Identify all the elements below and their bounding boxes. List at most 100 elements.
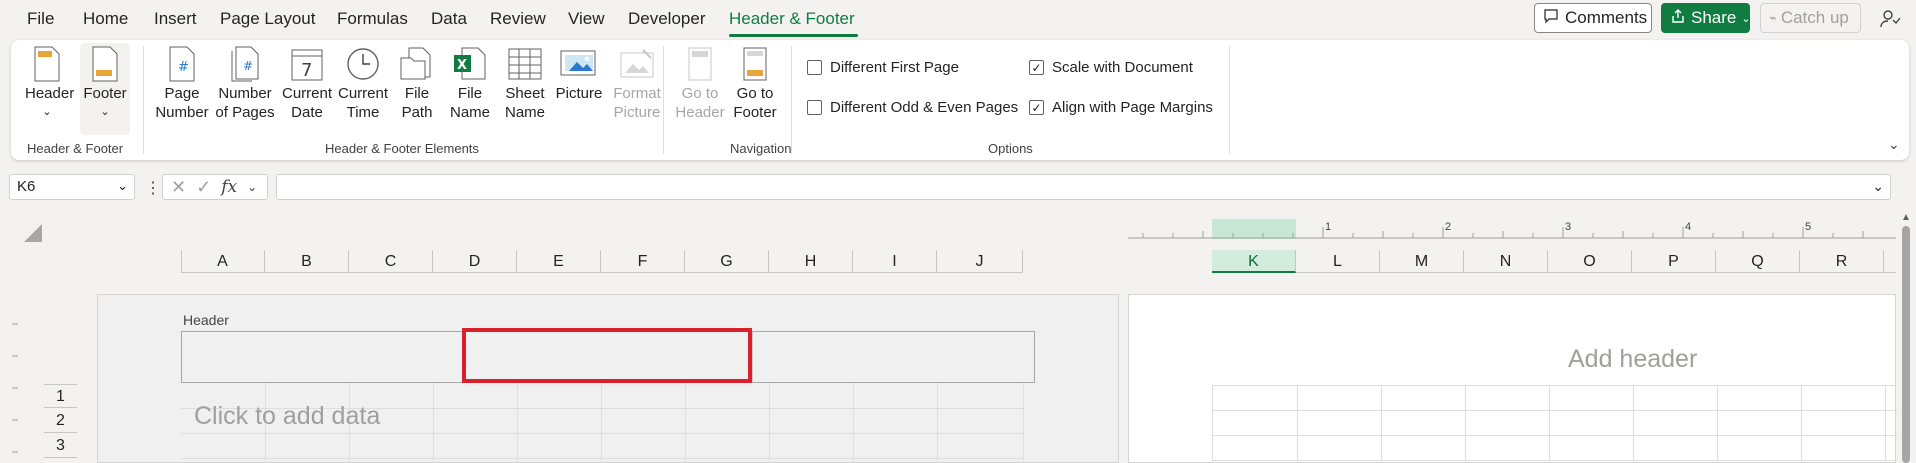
cancel-icon[interactable]: ✕ — [171, 177, 186, 198]
file-path-button[interactable]: File Path — [395, 46, 439, 122]
vertical-ruler — [12, 323, 18, 453]
add-header-placeholder[interactable]: Add header — [1568, 345, 1697, 374]
scroll-up-arrow-icon[interactable]: ▲ — [1901, 212, 1911, 223]
column-header-f[interactable]: F — [601, 250, 685, 273]
column-header-e[interactable]: E — [517, 250, 601, 273]
confirm-icon[interactable]: ✓ — [196, 177, 211, 198]
share-icon — [1670, 8, 1686, 29]
align-with-margins-checkbox[interactable]: ✓ Align with Page Margins — [1029, 99, 1213, 116]
column-header-b[interactable]: B — [265, 250, 349, 273]
column-header-d[interactable]: D — [433, 250, 517, 273]
menu-bar: File Home Insert Page Layout Formulas Da… — [0, 0, 1916, 38]
page-number-button[interactable]: # Page Number — [153, 46, 211, 122]
name-box[interactable]: K6 ⌄ — [9, 174, 135, 200]
column-header-p[interactable]: P — [1632, 250, 1716, 273]
tab-formulas[interactable]: Formulas — [337, 9, 408, 29]
row-header-2[interactable]: 2 — [44, 409, 77, 433]
calendar-icon: 7 — [291, 49, 323, 81]
more-options-icon[interactable]: ⋮ — [145, 178, 161, 198]
current-date-button[interactable]: 7 Current Date — [279, 46, 335, 122]
column-header-i[interactable]: I — [853, 250, 937, 273]
tab-view[interactable]: View — [568, 9, 605, 29]
go-to-footer-label-2: Footer — [733, 104, 777, 121]
tab-header-footer[interactable]: Header & Footer — [729, 9, 855, 29]
insert-function-icon[interactable]: fx — [221, 177, 237, 197]
picture-icon — [560, 50, 596, 76]
tab-page-layout[interactable]: Page Layout — [220, 9, 315, 29]
align-with-margins-label: Align with Page Margins — [1052, 99, 1213, 116]
format-picture-label-1: Format — [613, 85, 661, 102]
row-header-1[interactable]: 1 — [44, 384, 77, 408]
expand-formula-chevron-icon[interactable]: ⌄ — [1872, 178, 1884, 195]
share-label: Share — [1691, 8, 1737, 27]
format-picture-icon — [620, 49, 654, 78]
file-name-label-1: File — [457, 85, 483, 102]
column-header-c[interactable]: C — [349, 250, 433, 273]
scrollbar-thumb[interactable] — [1902, 226, 1910, 463]
horizontal-ruler: 1 2 3 4 5 — [1128, 219, 1896, 239]
different-odd-even-label: Different Odd & Even Pages — [830, 99, 1019, 116]
catch-up-button[interactable]: ⌁ Catch up — [1760, 3, 1861, 33]
header-button[interactable]: Header ⌄ — [25, 46, 74, 122]
comment-icon — [1543, 8, 1559, 29]
picture-label: Picture — [555, 85, 603, 102]
file-path-label-2: Path — [401, 104, 433, 121]
chevron-down-icon[interactable]: ⌄ — [117, 178, 128, 194]
clock-icon — [347, 48, 379, 80]
chevron-down-icon: ⌄ — [42, 106, 52, 118]
tab-data[interactable]: Data — [431, 9, 467, 29]
comments-button[interactable]: Comments — [1534, 3, 1652, 33]
current-date-label-2: Date — [291, 104, 323, 121]
column-header-j[interactable]: J — [937, 250, 1023, 273]
format-picture-label-2: Picture — [613, 104, 661, 121]
different-first-page-checkbox[interactable]: Different First Page — [807, 59, 959, 76]
group-divider — [1229, 46, 1230, 154]
click-to-add-data-placeholder[interactable]: Click to add data — [194, 402, 380, 431]
scale-with-document-checkbox[interactable]: ✓ Scale with Document — [1029, 59, 1193, 76]
column-header-l[interactable]: L — [1296, 250, 1380, 273]
column-header-k[interactable]: K — [1212, 250, 1296, 273]
cell-grid-right[interactable] — [1212, 385, 1897, 463]
folder-path-icon — [400, 47, 431, 80]
go-to-footer-button[interactable]: Go to Footer — [729, 46, 781, 122]
excel-file-icon: X — [454, 47, 486, 80]
account-icon[interactable] — [1878, 7, 1902, 31]
current-time-button[interactable]: Current Time — [335, 46, 391, 122]
center-header-highlight[interactable] — [462, 328, 752, 383]
footer-button[interactable]: Footer ⌄ — [80, 43, 130, 135]
column-header-r[interactable]: R — [1800, 250, 1884, 273]
tab-insert[interactable]: Insert — [154, 9, 197, 29]
tab-developer[interactable]: Developer — [628, 9, 706, 29]
format-picture-button[interactable]: Format Picture — [607, 46, 667, 122]
go-to-footer-icon — [743, 47, 767, 81]
column-header-g[interactable]: G — [685, 250, 769, 273]
page-number-icon: # — [169, 46, 195, 82]
go-to-header-button[interactable]: Go to Header — [674, 46, 726, 122]
different-odd-even-checkbox[interactable]: Different Odd & Even Pages — [807, 99, 1018, 116]
row-header-3[interactable]: 3 — [44, 434, 77, 458]
formula-input[interactable]: ⌄ — [276, 174, 1891, 200]
column-header-n[interactable]: N — [1464, 250, 1548, 273]
tab-review[interactable]: Review — [490, 9, 546, 29]
ribbon-collapse-chevron-icon[interactable]: ⌄ — [1888, 136, 1900, 153]
column-header-h[interactable]: H — [769, 250, 853, 273]
ribbon: Header ⌄ Footer ⌄ Header & Footer # Page… — [11, 40, 1909, 160]
footer-icon — [92, 46, 118, 82]
column-header-o[interactable]: O — [1548, 250, 1632, 273]
share-button[interactable]: Share ⌄ — [1661, 3, 1751, 33]
select-all-corner[interactable] — [24, 224, 42, 242]
picture-button[interactable]: Picture — [551, 46, 607, 103]
sheet-name-button[interactable]: Sheet Name — [501, 46, 549, 122]
vertical-scrollbar[interactable]: ▲ — [1900, 210, 1912, 463]
checkbox-unchecked-icon — [807, 60, 822, 75]
tab-home[interactable]: Home — [83, 9, 128, 29]
column-header-m[interactable]: M — [1380, 250, 1464, 273]
scale-with-document-label: Scale with Document — [1052, 59, 1193, 76]
tab-file[interactable]: File — [27, 9, 54, 29]
column-header-a[interactable]: A — [181, 250, 265, 273]
number-of-pages-button[interactable]: # Number of Pages — [213, 46, 277, 122]
number-of-pages-icon: # — [231, 46, 259, 82]
file-name-button[interactable]: X File Name — [448, 46, 492, 122]
chevron-down-icon[interactable]: ⌄ — [247, 180, 257, 194]
column-header-q[interactable]: Q — [1716, 250, 1800, 273]
